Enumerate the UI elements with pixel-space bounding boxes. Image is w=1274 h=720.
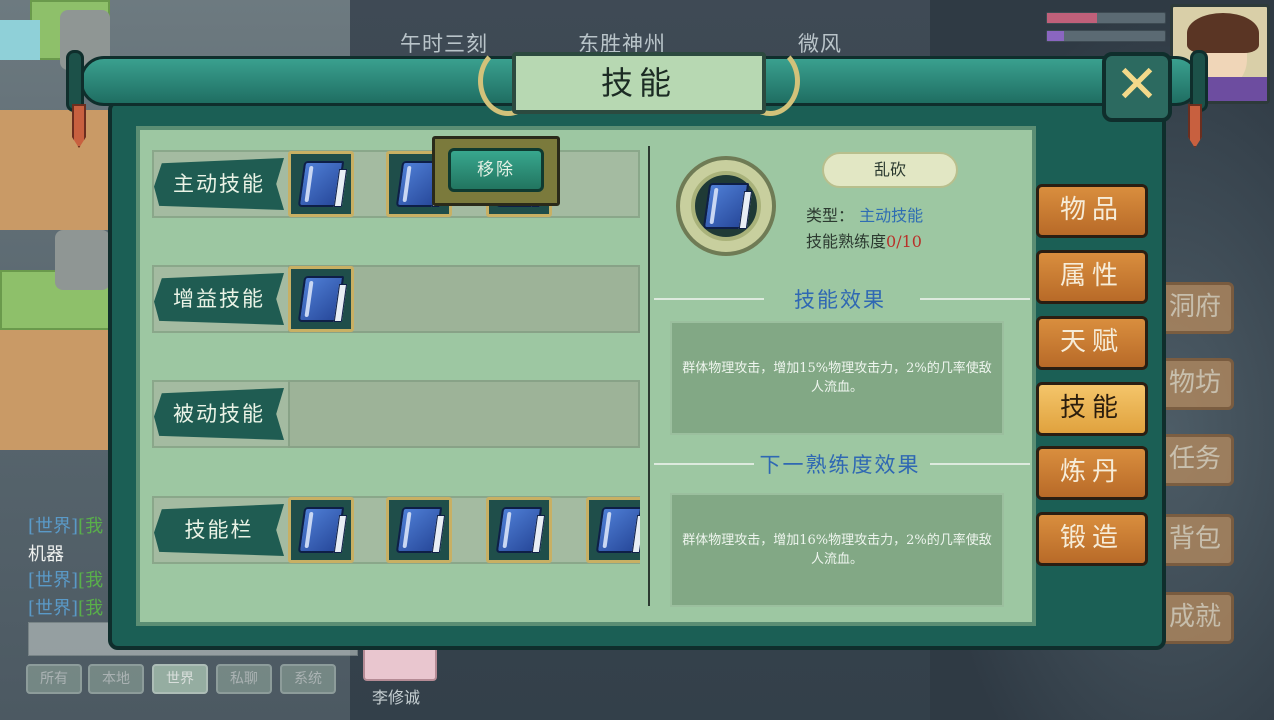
mana-bar bbox=[1046, 30, 1166, 42]
tab-items[interactable]: 物品 bbox=[1036, 184, 1148, 238]
time-of-day: 午时三刻 bbox=[400, 32, 488, 56]
skill-type: 类型： 主动技能 bbox=[806, 206, 924, 225]
chat-line: [世界][我 bbox=[28, 598, 104, 619]
skill-book-icon bbox=[395, 507, 443, 553]
tab-alchemy[interactable]: 炼丹 bbox=[1036, 446, 1148, 500]
skill-book-icon bbox=[595, 507, 640, 553]
skill-book-icon bbox=[702, 183, 750, 229]
chat-line: [世界][我 bbox=[28, 516, 104, 537]
chat-line: [世界][我 bbox=[28, 570, 104, 591]
skill-bar-slot[interactable] bbox=[288, 497, 354, 563]
skill-book-icon bbox=[297, 276, 345, 322]
chat-tab-system[interactable]: 系统 bbox=[280, 664, 336, 694]
skill-book-icon bbox=[495, 507, 543, 553]
tab-skills[interactable]: 技能 bbox=[1036, 382, 1148, 436]
player-name: 李修诚 bbox=[372, 688, 421, 707]
chat-tab-all[interactable]: 所有 bbox=[26, 664, 82, 694]
dialog-title: 技能 bbox=[512, 52, 766, 114]
health-bar bbox=[1046, 12, 1166, 24]
chat-tab-private[interactable]: 私聊 bbox=[216, 664, 272, 694]
panel-divider bbox=[648, 146, 650, 606]
buff-skills-label: 增益技能 bbox=[154, 273, 284, 325]
terrain-block bbox=[0, 110, 110, 230]
rock bbox=[55, 230, 110, 290]
remove-button[interactable]: 移除 bbox=[448, 148, 544, 192]
skill-book-icon bbox=[297, 161, 345, 207]
terrain-block bbox=[0, 330, 110, 450]
tab-forging[interactable]: 锻造 bbox=[1036, 512, 1148, 566]
passive-skills-slots bbox=[288, 380, 640, 448]
scroll-cap-left bbox=[66, 50, 84, 112]
skill-bar-slot[interactable] bbox=[486, 497, 552, 563]
tab-talents[interactable]: 天赋 bbox=[1036, 316, 1148, 370]
close-x-icon: ✕ bbox=[1115, 55, 1159, 115]
effect-title: 技能效果 bbox=[794, 288, 886, 312]
player-avatar[interactable] bbox=[363, 645, 437, 681]
skill-slot[interactable] bbox=[288, 151, 354, 217]
skill-bar-label: 技能栏 bbox=[154, 504, 284, 556]
effect-description: 群体物理攻击，增加15%物理攻击力，2%的几率使敌人流血。 bbox=[670, 321, 1004, 435]
next-effect-title: 下一熟练度效果 bbox=[759, 453, 921, 477]
passive-skills-label: 被动技能 bbox=[154, 388, 284, 440]
skill-medallion bbox=[676, 156, 776, 256]
skill-book-icon bbox=[297, 507, 345, 553]
chat-line: 机器 bbox=[28, 544, 64, 565]
skill-slot[interactable] bbox=[288, 266, 354, 332]
waterfall bbox=[0, 20, 40, 60]
scroll-cap-right bbox=[1190, 50, 1208, 112]
next-effect-description: 群体物理攻击，增加16%物理攻击力，2%的几率使敌人流血。 bbox=[670, 493, 1004, 607]
skill-bar-slot[interactable] bbox=[386, 497, 452, 563]
skill-bar-slot-clip bbox=[586, 497, 640, 563]
skill-medallion-inner bbox=[691, 171, 761, 241]
close-button[interactable]: ✕ bbox=[1102, 52, 1172, 122]
active-skills-label: 主动技能 bbox=[154, 158, 284, 210]
skill-name: 乱砍 bbox=[822, 152, 958, 188]
tab-attributes[interactable]: 属性 bbox=[1036, 250, 1148, 304]
chat-tab-world[interactable]: 世界 bbox=[152, 664, 208, 694]
skill-proficiency: 技能熟练度0/10 bbox=[806, 232, 922, 251]
weather: 微风 bbox=[798, 32, 842, 56]
chat-tab-local[interactable]: 本地 bbox=[88, 664, 144, 694]
skill-bar-slot[interactable] bbox=[586, 497, 640, 563]
